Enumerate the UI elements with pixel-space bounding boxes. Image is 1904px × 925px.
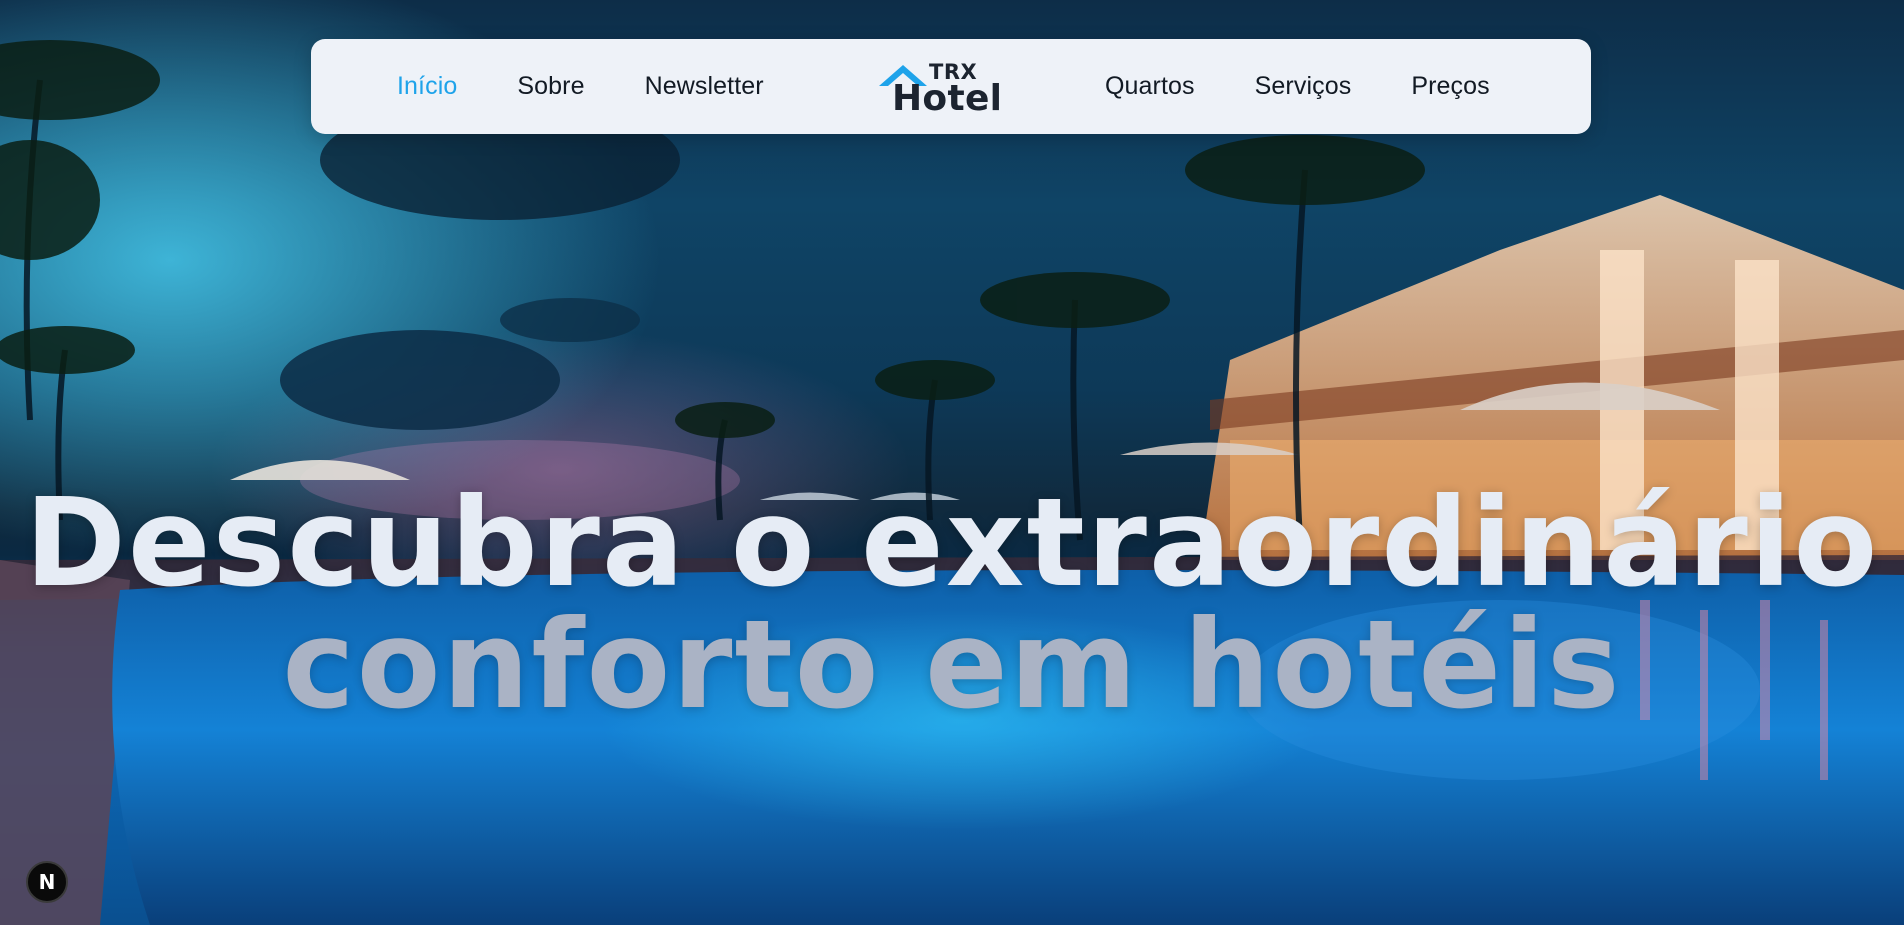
nav-link-servicos[interactable]: Serviços [1255,72,1352,101]
hero-background-image [0,0,1904,925]
nextjs-icon[interactable]: N [26,861,68,903]
dev-badge-label: N [38,870,56,894]
nav-right-group: Quartos Serviços Preços [1105,39,1490,134]
nav-link-precos[interactable]: Preços [1411,72,1489,101]
hero-headline: Descubra o extraordinário conforto em ho… [0,482,1904,726]
nav-link-inicio[interactable]: Início [397,72,457,101]
hero-headline-line1: Descubra o extraordinário [24,472,1880,614]
top-navbar: Início Sobre Newsletter TRX Hotel Quarto… [311,39,1591,134]
nav-link-newsletter[interactable]: Newsletter [645,72,764,101]
logo-main-text: Hotel [892,78,1003,119]
nav-link-sobre[interactable]: Sobre [517,72,584,101]
brand-logo[interactable]: TRX Hotel [877,59,1002,119]
hero-headline-line2: conforto em hotéis [282,594,1622,736]
nav-left-group: Início Sobre Newsletter [397,39,764,134]
nav-link-quartos[interactable]: Quartos [1105,72,1195,101]
